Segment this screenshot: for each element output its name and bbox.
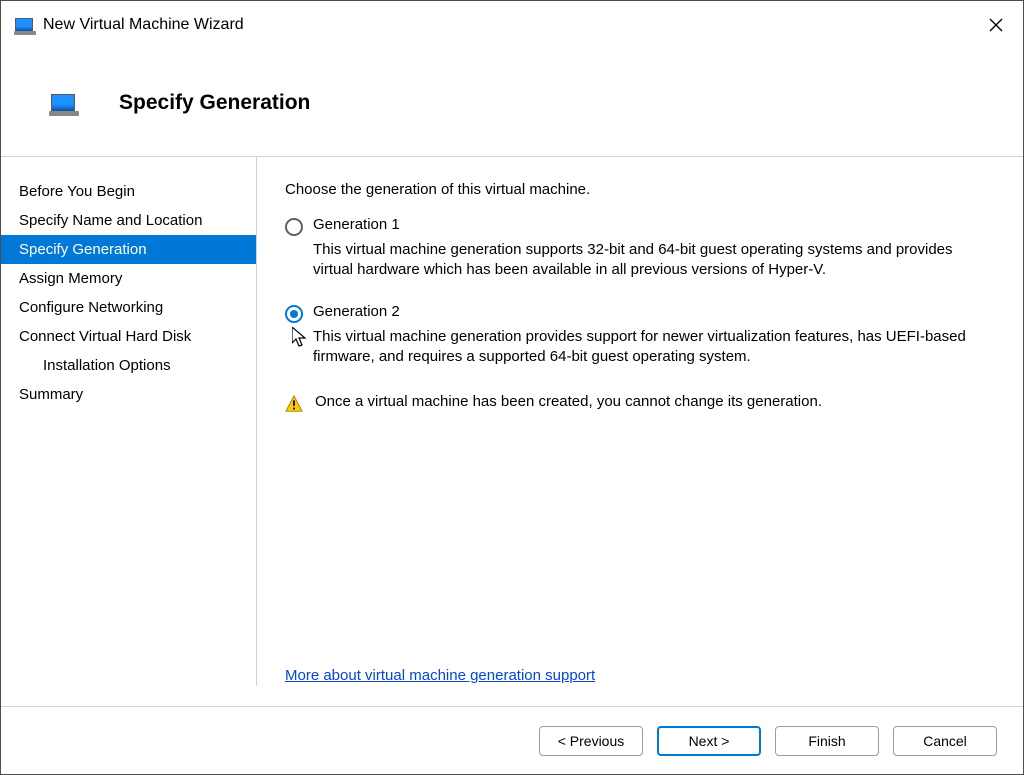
generation-2-label[interactable]: Generation 2	[313, 303, 400, 320]
wizard-footer: < Previous Next > Finish Cancel	[1, 706, 1023, 774]
wizard-content: Choose the generation of this virtual ma…	[257, 157, 1023, 706]
step-before-you-begin[interactable]: Before You Begin	[1, 177, 256, 206]
wizard-body: Before You Begin Specify Name and Locati…	[1, 157, 1023, 706]
step-summary[interactable]: Summary	[1, 380, 256, 409]
warning-text: Once a virtual machine has been created,…	[315, 393, 822, 410]
generation-2-description: This virtual machine generation provides…	[313, 327, 987, 368]
generation-1-description: This virtual machine generation supports…	[313, 240, 987, 281]
finish-button[interactable]: Finish	[775, 726, 879, 756]
app-icon	[15, 18, 33, 32]
warning-icon	[285, 395, 303, 413]
warning-row: Once a virtual machine has been created,…	[285, 393, 987, 413]
generation-2-option: Generation 2 This virtual machine genera…	[285, 303, 987, 378]
step-assign-memory[interactable]: Assign Memory	[1, 264, 256, 293]
generation-1-option: Generation 1 This virtual machine genera…	[285, 216, 987, 291]
page-title: Specify Generation	[119, 91, 310, 115]
step-specify-name[interactable]: Specify Name and Location	[1, 206, 256, 235]
previous-button[interactable]: < Previous	[539, 726, 643, 756]
step-installation-options[interactable]: Installation Options	[1, 351, 256, 380]
close-icon	[989, 18, 1003, 32]
step-configure-networking[interactable]: Configure Networking	[1, 293, 256, 322]
more-about-link[interactable]: More about virtual machine generation su…	[285, 667, 595, 684]
wizard-steps-sidebar: Before You Begin Specify Name and Locati…	[1, 157, 257, 686]
generation-radio-group: Generation 1 This virtual machine genera…	[285, 216, 987, 377]
titlebar: New Virtual Machine Wizard	[1, 1, 1023, 49]
window-title: New Virtual Machine Wizard	[43, 16, 969, 34]
cancel-button[interactable]: Cancel	[893, 726, 997, 756]
close-button[interactable]	[969, 1, 1023, 49]
step-specify-generation[interactable]: Specify Generation	[1, 235, 256, 264]
generation-2-radio[interactable]	[285, 305, 303, 323]
generation-1-radio[interactable]	[285, 218, 303, 236]
next-button[interactable]: Next >	[657, 726, 761, 756]
step-connect-vhd[interactable]: Connect Virtual Hard Disk	[1, 322, 256, 351]
wizard-header: Specify Generation	[1, 49, 1023, 157]
wizard-window: New Virtual Machine Wizard Specify Gener…	[0, 0, 1024, 775]
generation-1-label[interactable]: Generation 1	[313, 216, 400, 233]
prompt-text: Choose the generation of this virtual ma…	[285, 181, 987, 198]
monitor-icon	[51, 94, 75, 112]
